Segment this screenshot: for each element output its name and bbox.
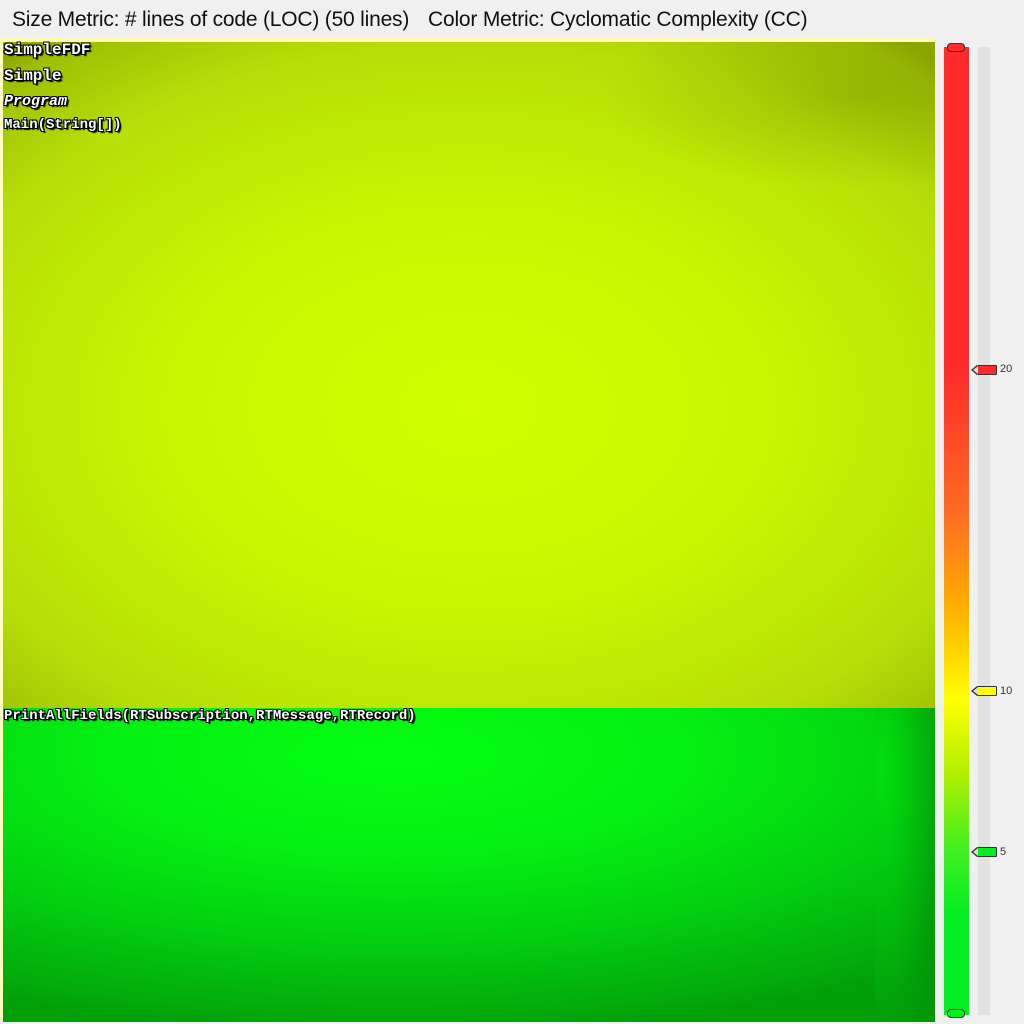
treemap-label-main-method: Main(String[]) — [4, 117, 122, 133]
treemap-label-namespace: Simple — [4, 67, 62, 85]
legend-tick-5: 5 — [1000, 846, 1007, 858]
marker-pointer-fill-icon — [973, 687, 978, 695]
treemap-tile-small-method[interactable] — [875, 708, 935, 1022]
legend-slider-track[interactable] — [978, 47, 990, 1015]
legend-tick-20: 20 — [1000, 363, 1013, 375]
marker-pointer-fill-icon — [973, 848, 978, 856]
legend-marker-5[interactable] — [971, 847, 997, 857]
color-scale-legend: 20 10 5 — [936, 38, 1024, 1024]
code-metrics-window: Size Metric: # lines of code (LOC) (50 l… — [0, 0, 1024, 1024]
legend-marker-10[interactable] — [971, 686, 997, 696]
size-metric-label: Size Metric: # lines of code (LOC) (50 l… — [12, 8, 410, 31]
treemap-tile-main-method[interactable] — [3, 42, 935, 708]
treemap-label-class: Program — [4, 93, 68, 110]
marker-pointer-fill-icon — [973, 366, 978, 374]
color-gradient-bar — [944, 47, 969, 1015]
treemap-canvas[interactable] — [0, 38, 935, 1022]
treemap-label-assembly: SimpleFDF — [4, 41, 91, 59]
treemap-tile-printallfields-method[interactable] — [3, 708, 875, 1022]
treemap-label-printallfields-method: PrintAllFields(RTSubscription,RTMessage,… — [4, 708, 416, 724]
legend-bottom-handle[interactable] — [947, 1009, 965, 1018]
legend-top-handle[interactable] — [947, 43, 965, 52]
legend-tick-10: 10 — [1000, 685, 1013, 697]
metrics-header: Size Metric: # lines of code (LOC) (50 l… — [0, 0, 1024, 40]
color-metric-label: Color Metric: Cyclomatic Complexity (CC) — [428, 8, 808, 31]
legend-marker-20[interactable] — [971, 365, 997, 375]
